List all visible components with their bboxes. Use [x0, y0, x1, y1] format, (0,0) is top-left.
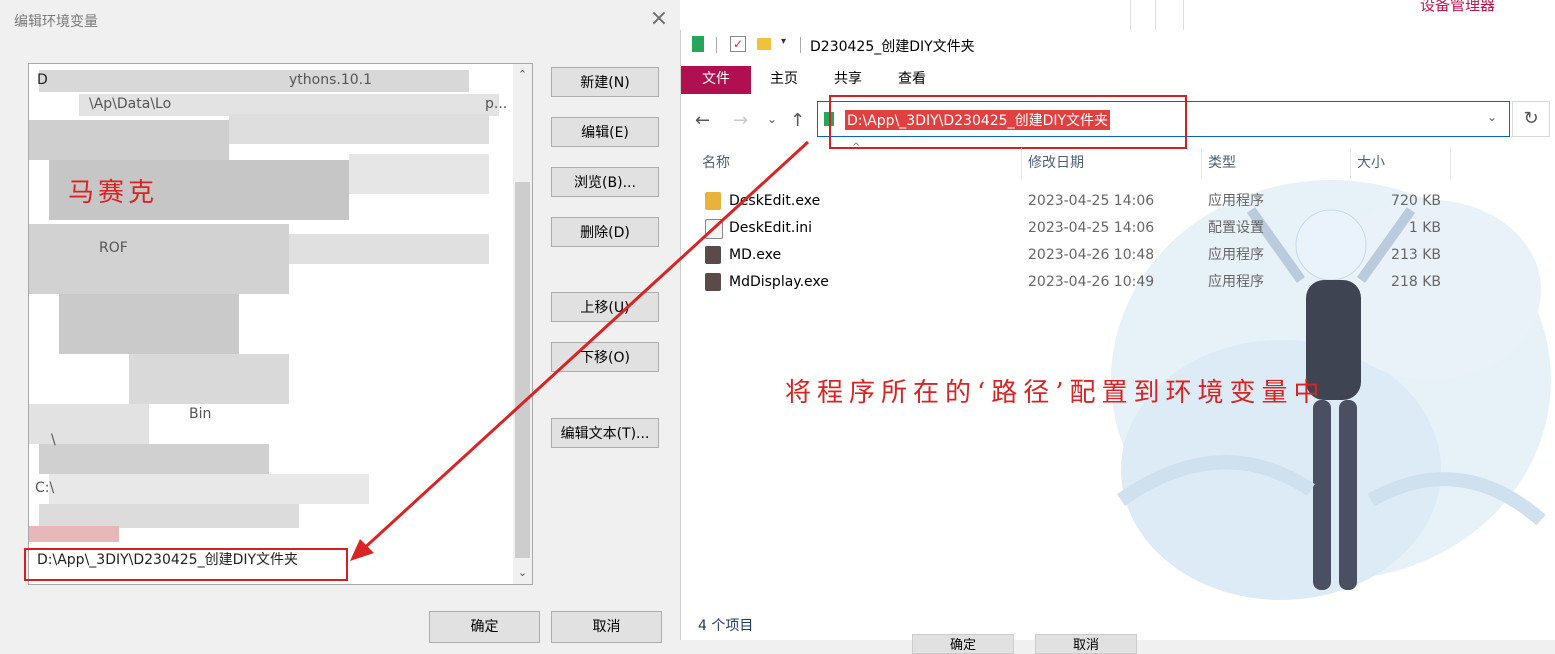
annotation-arrow	[350, 140, 810, 561]
